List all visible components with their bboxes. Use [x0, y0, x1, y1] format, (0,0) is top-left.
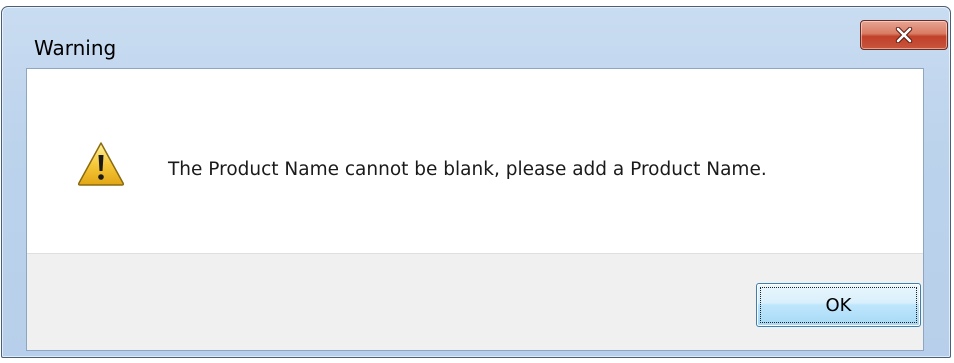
warning-dialog: Warning The Product Name cannot be blank…	[1, 6, 951, 358]
close-button[interactable]	[860, 20, 948, 50]
warning-icon	[77, 140, 125, 188]
close-icon	[895, 27, 913, 43]
dialog-title: Warning	[34, 36, 117, 60]
dialog-body: The Product Name cannot be blank, please…	[26, 68, 924, 351]
ok-button[interactable]: OK	[756, 283, 921, 327]
warning-message: The Product Name cannot be blank, please…	[168, 159, 767, 180]
message-area: The Product Name cannot be blank, please…	[27, 69, 923, 253]
button-area: OK	[27, 253, 923, 350]
ok-button-label: OK	[825, 294, 852, 316]
